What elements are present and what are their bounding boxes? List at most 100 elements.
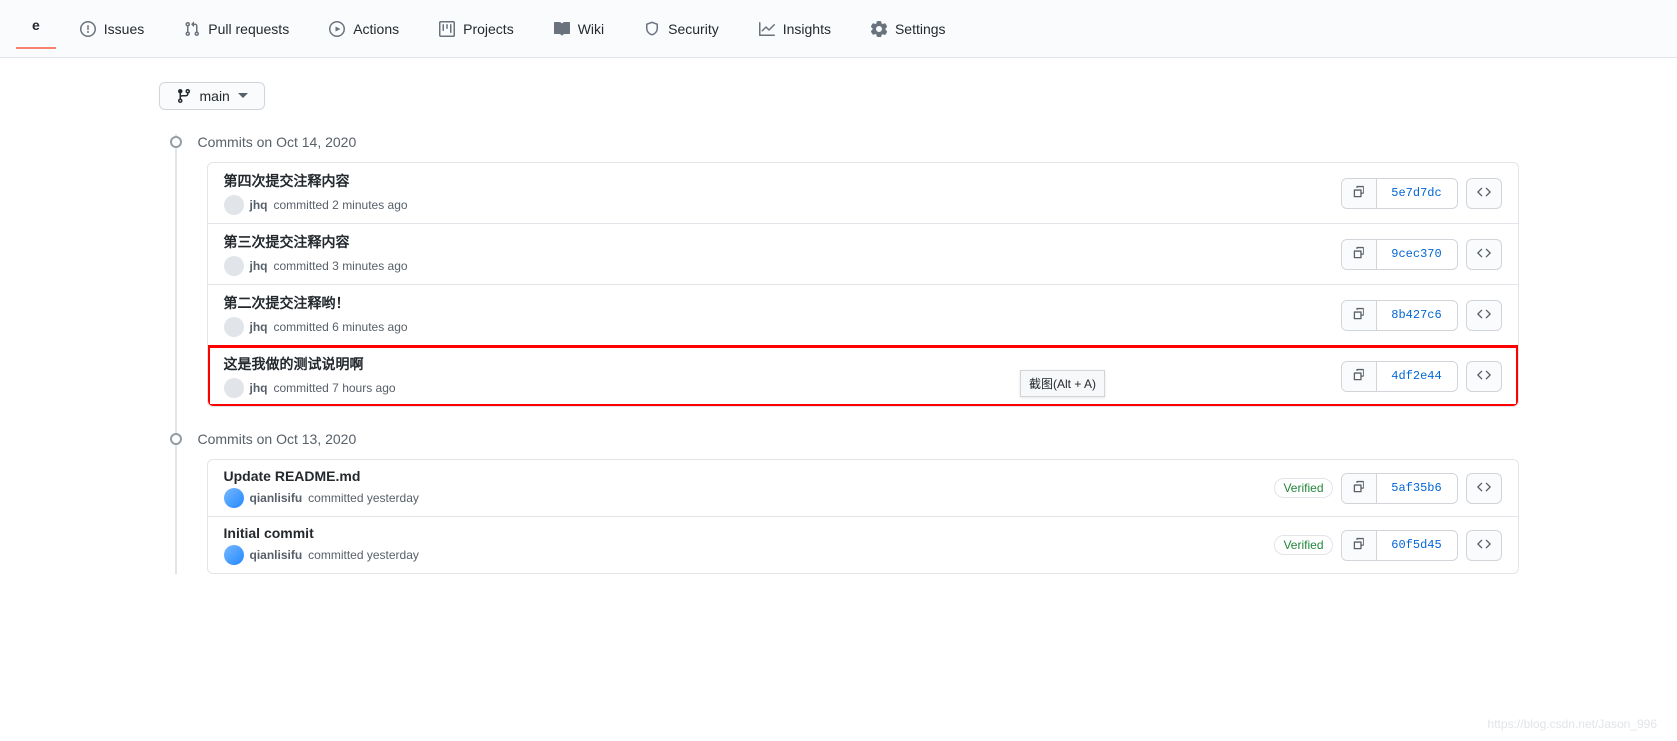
branch-name: main	[200, 88, 230, 104]
branch-selector[interactable]: main	[159, 82, 265, 110]
timeline-dot-icon	[170, 433, 182, 445]
watermark: https://blog.csdn.net/Jason_996	[1488, 717, 1657, 731]
commit-title[interactable]: Update README.md	[224, 468, 1275, 484]
avatar[interactable]	[224, 317, 244, 337]
tab-actions[interactable]: Actions	[313, 13, 415, 45]
tab-actions-label: Actions	[353, 21, 399, 37]
commit-hash-group: 9cec370	[1341, 239, 1458, 270]
browse-code-button[interactable]	[1466, 300, 1502, 331]
browse-code-button[interactable]	[1466, 239, 1502, 270]
commit-actions: Verified 60f5d45	[1274, 530, 1501, 561]
commit-author[interactable]: qianlisifu	[250, 548, 303, 562]
commit-details: 第二次提交注释哟！ jhq committed 6 minutes ago	[224, 293, 1341, 337]
commit-group: Commits on Oct 14, 2020第四次提交注释内容jhqcommi…	[159, 134, 1519, 407]
tab-security-label: Security	[668, 21, 719, 37]
commit-group-header: Commits on Oct 13, 2020	[159, 431, 1519, 447]
commit-actions: 9cec370	[1341, 239, 1502, 270]
tab-code[interactable]: e	[16, 9, 56, 49]
commit-title[interactable]: Initial commit	[224, 525, 1275, 541]
commit-hash-link[interactable]: 5e7d7dc	[1377, 180, 1457, 206]
tab-projects[interactable]: Projects	[423, 13, 530, 45]
clipboard-icon	[1352, 185, 1366, 202]
code-icon	[1477, 307, 1491, 324]
commit-author[interactable]: jhq	[250, 198, 268, 212]
copy-hash-button[interactable]	[1342, 362, 1377, 391]
commit-title[interactable]: 第三次提交注释内容	[224, 232, 1341, 252]
tab-issues-label: Issues	[104, 21, 144, 37]
commit-hash-link[interactable]: 4df2e44	[1377, 363, 1457, 389]
commit-list: Update README.mdqianlisifucommitted yest…	[207, 459, 1519, 574]
copy-hash-button[interactable]	[1342, 301, 1377, 330]
commit-author[interactable]: qianlisifu	[250, 491, 303, 505]
avatar[interactable]	[224, 545, 244, 565]
copy-hash-button[interactable]	[1342, 240, 1377, 269]
commit-item: 第三次提交注释内容 jhqcommitted 3 minutes ago 9cec3…	[208, 224, 1518, 285]
browse-code-button[interactable]	[1466, 530, 1502, 561]
commit-title[interactable]: 第四次提交注释内容	[224, 171, 1341, 191]
tab-issues[interactable]: Issues	[64, 13, 160, 45]
copy-hash-button[interactable]	[1342, 474, 1377, 503]
commit-author[interactable]: jhq	[250, 320, 268, 334]
commit-hash-link[interactable]: 60f5d45	[1377, 532, 1457, 558]
commit-hash-group: 8b427c6	[1341, 300, 1458, 331]
commit-hash-group: 5e7d7dc	[1341, 178, 1458, 209]
commit-meta: jhq committed 2 minutes ago	[224, 195, 1341, 215]
commit-hash-link[interactable]: 9cec370	[1377, 241, 1457, 267]
code-icon	[1477, 246, 1491, 263]
tab-wiki[interactable]: Wiki	[538, 13, 620, 45]
code-icon	[1477, 368, 1491, 385]
commit-details: 这是我做的测试说明啊jhqcommitted 7 hours ago	[224, 354, 1341, 398]
copy-hash-button[interactable]	[1342, 531, 1377, 560]
commit-meta: jhqcommitted 3 minutes ago	[224, 256, 1341, 276]
tab-pull-requests[interactable]: Pull requests	[168, 13, 305, 45]
commit-actions: Verified 5af35b6	[1274, 473, 1501, 504]
commit-time: committed 2 minutes ago	[274, 198, 408, 212]
commit-author[interactable]: jhq	[250, 259, 268, 273]
commits-container: main Commits on Oct 14, 2020第四次提交注释内容jhq…	[99, 58, 1579, 622]
commit-hash-link[interactable]: 8b427c6	[1377, 302, 1457, 328]
screenshot-tooltip: 截图(Alt + A)	[1020, 370, 1105, 397]
commit-item: Initial commit qianlisifu committed yester…	[208, 517, 1518, 573]
commit-item: 这是我做的测试说明啊jhqcommitted 7 hours ago4df2e4…	[208, 346, 1518, 406]
commit-title[interactable]: 这是我做的测试说明啊	[224, 354, 1341, 374]
commit-hash-group: 4df2e44	[1341, 361, 1458, 392]
clipboard-icon	[1352, 368, 1366, 385]
browse-code-button[interactable]	[1466, 473, 1502, 504]
commit-author[interactable]: jhq	[250, 381, 268, 395]
browse-code-button[interactable]	[1466, 361, 1502, 392]
commit-meta: qianlisifucommitted yesterday	[224, 488, 1275, 508]
commit-details: Initial commit qianlisifu committed yester…	[224, 525, 1275, 565]
actions-icon	[329, 21, 345, 37]
tab-settings-label: Settings	[895, 21, 946, 37]
commit-item: 第二次提交注释哟！ jhq committed 6 minutes ago 8b427…	[208, 285, 1518, 346]
clipboard-icon	[1352, 537, 1366, 554]
avatar[interactable]	[224, 256, 244, 276]
commits-timeline: Commits on Oct 14, 2020第四次提交注释内容jhqcommi…	[159, 134, 1519, 574]
tab-insights[interactable]: Insights	[743, 13, 847, 45]
tab-settings[interactable]: Settings	[855, 13, 962, 45]
commit-group-title: Commits on Oct 13, 2020	[198, 431, 357, 447]
copy-hash-button[interactable]	[1342, 179, 1377, 208]
commit-item: Update README.md qianlisifucommitted yest…	[208, 460, 1518, 517]
avatar[interactable]	[224, 378, 244, 398]
avatar[interactable]	[224, 195, 244, 215]
commit-meta: jhq committed 6 minutes ago	[224, 317, 1341, 337]
gear-icon	[871, 21, 887, 37]
commit-hash-link[interactable]: 5af35b6	[1377, 475, 1457, 501]
git-branch-icon	[176, 88, 192, 104]
projects-icon	[439, 21, 455, 37]
commit-title[interactable]: 第二次提交注释哟！	[224, 293, 1341, 313]
wiki-icon	[554, 21, 570, 37]
browse-code-button[interactable]	[1466, 178, 1502, 209]
code-icon	[1477, 185, 1491, 202]
commit-list: 第四次提交注释内容 jhq committed 2 minutes ago 5e7d7…	[207, 162, 1519, 407]
verified-badge[interactable]: Verified	[1274, 535, 1332, 555]
verified-badge[interactable]: Verified	[1274, 478, 1332, 498]
code-icon	[1477, 480, 1491, 497]
tab-security[interactable]: Security	[628, 13, 735, 45]
commit-time: committed 6 minutes ago	[274, 320, 408, 334]
commit-time: committed yesterday	[308, 548, 419, 562]
avatar[interactable]	[224, 488, 244, 508]
shield-icon	[644, 21, 660, 37]
commit-actions: 5e7d7dc	[1341, 178, 1502, 209]
